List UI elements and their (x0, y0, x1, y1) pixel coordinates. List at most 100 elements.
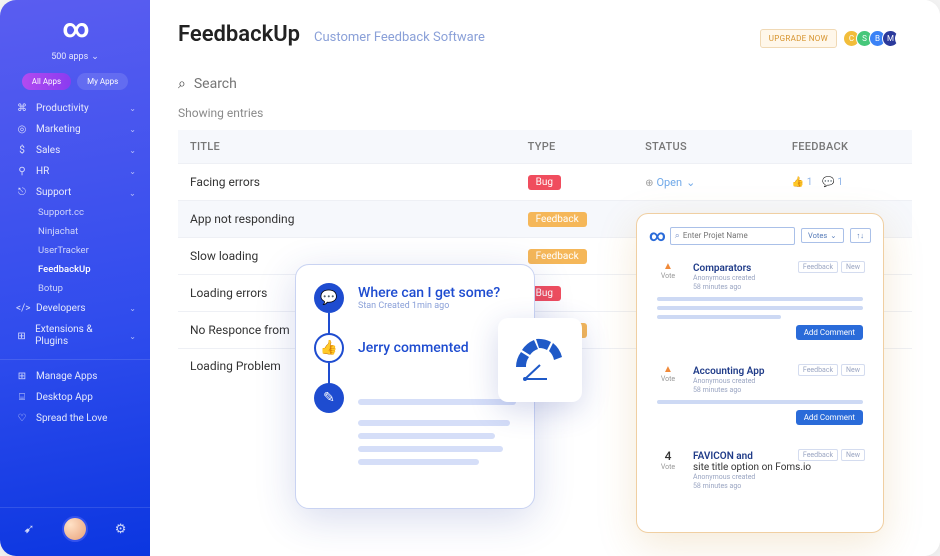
chevron-down-icon: ⌄ (91, 52, 99, 62)
user-badge-stack[interactable]: C S B M ⚇ (847, 30, 912, 47)
vote-box[interactable]: ▲Vote (653, 261, 683, 280)
activity-meta: Stan Created 1min ago (358, 301, 500, 311)
vote-box[interactable]: ▲Vote (653, 364, 683, 383)
apps-count-text: 500 apps (51, 52, 88, 62)
add-user-badge[interactable]: ⚇ (895, 30, 912, 47)
nav-label: Desktop App (36, 392, 93, 403)
feed-tag: New (841, 449, 865, 461)
add-comment-button[interactable]: Add Comment (796, 325, 863, 340)
feed-search-input[interactable] (683, 231, 790, 240)
thumbs-up-icon[interactable]: 👍 1 (792, 177, 813, 188)
search-icon: ⌕ (178, 76, 186, 92)
tag-feedback: Feedback (528, 249, 587, 264)
sub-usertracker[interactable]: UserTracker (0, 241, 150, 260)
feed-item[interactable]: ▲Vote FeedbackNew Comparators Anonymous … (649, 255, 871, 348)
chevron-down-icon: ⌄ (129, 104, 136, 113)
sort-button[interactable]: ↑↓ (850, 228, 872, 243)
upgrade-button[interactable]: UPGRADE NOW (760, 29, 837, 48)
nav-marketing[interactable]: ◎Marketing⌄ (0, 119, 150, 140)
chevron-up-icon: ⌃ (129, 188, 136, 197)
heart-icon: ♡ (16, 413, 28, 424)
nav-manage-apps[interactable]: ⊞Manage Apps (0, 366, 150, 387)
nav-label: Spread the Love (36, 413, 107, 424)
search-row: ⌕ (178, 76, 912, 92)
status-open[interactable]: Open ⌄ (656, 176, 695, 189)
vote-count: 4 (653, 449, 683, 463)
sub-botup[interactable]: Botup (0, 279, 150, 298)
search-icon: ⌕ (675, 231, 680, 241)
feed-search[interactable]: ⌕ (670, 227, 795, 245)
feed-tag: New (841, 261, 865, 273)
col-status[interactable]: STATUS (633, 130, 780, 164)
votes-dropdown[interactable]: Votes ⌄ (801, 228, 843, 243)
rocket-icon[interactable]: ➹ (24, 522, 35, 537)
nav-productivity[interactable]: ⌘ Productivity ⌄ (0, 98, 150, 119)
target-icon: ◎ (16, 124, 28, 135)
page-subtitle: Customer Feedback Software (314, 30, 485, 45)
tab-all-apps[interactable]: All Apps (22, 73, 71, 90)
col-feedback[interactable]: FEEDBACK (780, 130, 912, 164)
nav-hr[interactable]: ⚲HR⌄ (0, 161, 150, 182)
nav-label: Extensions & Plugins (35, 324, 121, 348)
upvote-icon[interactable]: ▲ (653, 364, 683, 375)
chat-icon: 💬 (314, 283, 344, 313)
edit-icon: ✎ (314, 383, 344, 413)
vote-box[interactable]: 4Vote (653, 449, 683, 471)
nav-label: Developers (36, 303, 86, 314)
status-icon: ⊕ (645, 178, 653, 189)
nav-spread-love[interactable]: ♡ Spread the Love (0, 408, 150, 429)
sub-feedbackup[interactable]: FeedbackUp (0, 260, 150, 279)
feed-tag: Feedback (798, 449, 838, 461)
apps-count[interactable]: 500 apps ⌄ (51, 52, 99, 62)
table-row[interactable]: Facing errors Bug ⊕ Open ⌄ 👍 1 💬 1 (178, 164, 912, 201)
add-comment-button[interactable]: Add Comment (796, 410, 863, 425)
page-title: FeedbackUp (178, 22, 300, 47)
feed-tag: Feedback (798, 364, 838, 376)
cell-title: App not responding (178, 201, 516, 238)
nav-bottom: ⊞Manage Apps ⌸Desktop App ♡ Spread the Lo… (0, 359, 150, 429)
tag-bug: Bug (528, 175, 561, 190)
code-icon: </> (16, 303, 28, 314)
feed-item[interactable]: ▲Vote FeedbackNew Accounting App Anonymo… (649, 358, 871, 433)
chevron-down-icon: ⌄ (830, 231, 836, 240)
sub-ninjachat[interactable]: Ninjachat (0, 222, 150, 241)
feed-item[interactable]: 4Vote FeedbackNew FAVICON andsite title … (649, 443, 871, 499)
col-title[interactable]: TITLE (178, 130, 516, 164)
feed-item-meta: Anonymous created58 minutes ago (693, 274, 863, 292)
feed-item-meta: Anonymous created58 minutes ago (693, 377, 863, 395)
gauge-card (498, 318, 582, 402)
dollar-icon: $ (16, 145, 28, 156)
gear-icon[interactable]: ⚙ (115, 522, 127, 537)
nav-support[interactable]: ⎋ Support ⌃ (0, 182, 150, 203)
nav-sales[interactable]: $ Sales ⌄ (0, 140, 150, 161)
feed-tag: New (841, 364, 865, 376)
person-icon: ⚲ (16, 166, 28, 177)
cell-title: Facing errors (178, 164, 516, 201)
grid-icon: ⌘ (16, 103, 28, 114)
feed-logo-icon: ∞ (649, 226, 664, 245)
nav-extensions[interactable]: ⊞Extensions & Plugins⌄ (0, 319, 150, 353)
tab-my-apps[interactable]: My Apps (77, 73, 128, 90)
search-input[interactable] (194, 76, 494, 92)
nav-label: Sales (36, 145, 60, 156)
nav-developers[interactable]: </> Developers ⌄ (0, 298, 150, 319)
sidebar-footer: ➹ ⚙ (0, 507, 150, 548)
primary-nav: ⌘Productivity⌄ ◎Marketing⌄ $Sales⌄ ⚲HR⌄ … (0, 98, 150, 507)
avatar[interactable] (62, 516, 88, 542)
feed-item-meta: Anonymous created58 minutes ago (693, 473, 863, 491)
col-type[interactable]: TYPE (516, 130, 633, 164)
headset-icon: ⎋ (16, 187, 28, 198)
tag-feedback: Feedback (528, 212, 587, 227)
nav-label: Productivity (36, 103, 89, 114)
comment-icon[interactable]: 💬 1 (822, 177, 843, 188)
nav-desktop-app[interactable]: ⌸Desktop App (0, 387, 150, 408)
upvote-icon[interactable]: ▲ (653, 261, 683, 272)
apps-icon: ⊞ (16, 371, 28, 382)
nav-label: HR (36, 166, 49, 177)
chevron-down-icon: ⌄ (129, 125, 136, 134)
nav-label: Support (36, 187, 71, 198)
chevron-down-icon: ⌄ (129, 304, 136, 313)
sub-supportcc[interactable]: Support.cc (0, 203, 150, 222)
chevron-down-icon: ⌄ (129, 146, 136, 155)
chevron-down-icon: ⌄ (129, 332, 136, 341)
